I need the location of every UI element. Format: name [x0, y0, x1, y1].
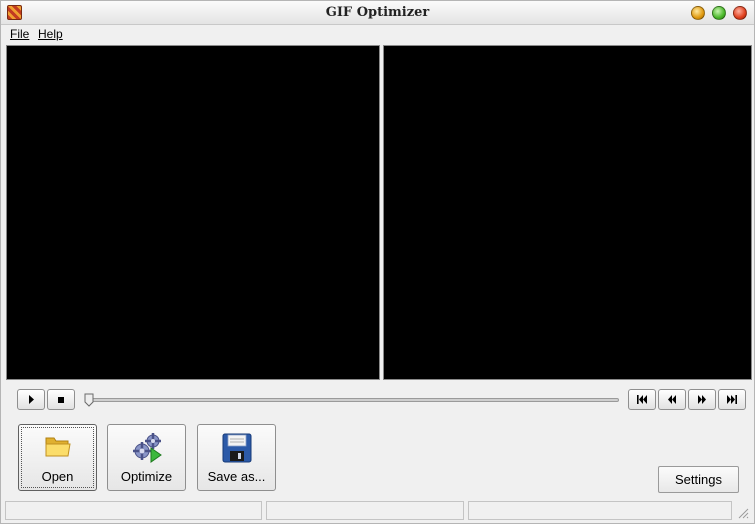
open-button-label: Open	[41, 469, 74, 484]
close-button[interactable]	[733, 6, 747, 20]
menu-file[interactable]: File	[10, 27, 29, 41]
previous-frame-button[interactable]	[658, 389, 686, 410]
minimize-button[interactable]	[691, 6, 705, 20]
last-frame-button[interactable]	[718, 389, 746, 410]
settings-button[interactable]: Settings	[658, 466, 739, 493]
step-forward-icon	[698, 395, 706, 404]
stop-button[interactable]	[47, 389, 75, 410]
menu-help[interactable]: Help	[38, 27, 63, 41]
open-button[interactable]: Open	[18, 424, 97, 491]
status-segment-3	[468, 501, 732, 520]
resize-grip-icon[interactable]	[737, 507, 749, 519]
save-as-button[interactable]: Save as...	[197, 424, 276, 491]
frame-slider-track[interactable]	[87, 398, 619, 402]
maximize-button[interactable]	[712, 6, 726, 20]
original-preview-pane	[6, 45, 380, 380]
optimize-button[interactable]: Optimize	[107, 424, 186, 491]
menu-bar: File Help	[1, 25, 754, 43]
skip-to-end-icon	[727, 395, 737, 404]
title-bar[interactable]: GIF Optimizer	[1, 1, 754, 25]
first-frame-button[interactable]	[628, 389, 656, 410]
app-window: GIF Optimizer File Help Open Optimize Sa…	[0, 0, 755, 524]
menu-help-label: Help	[38, 27, 63, 41]
gears-play-icon	[132, 433, 162, 463]
optimized-preview-pane	[383, 45, 752, 380]
skip-to-start-icon	[637, 395, 647, 404]
save-as-button-label: Save as...	[207, 469, 266, 484]
play-icon	[29, 395, 34, 404]
stop-icon	[58, 396, 64, 403]
next-frame-button[interactable]	[688, 389, 716, 410]
window-title: GIF Optimizer	[325, 5, 430, 20]
status-segment-2	[266, 501, 464, 520]
menu-file-label: File	[10, 27, 30, 41]
status-segment-1	[5, 501, 262, 520]
folder-icon	[45, 437, 71, 457]
optimize-button-label: Optimize	[120, 469, 173, 484]
play-button[interactable]	[17, 389, 45, 410]
floppy-disk-icon	[222, 433, 251, 463]
step-back-icon	[668, 395, 676, 404]
frame-slider-thumb[interactable]	[84, 393, 94, 407]
